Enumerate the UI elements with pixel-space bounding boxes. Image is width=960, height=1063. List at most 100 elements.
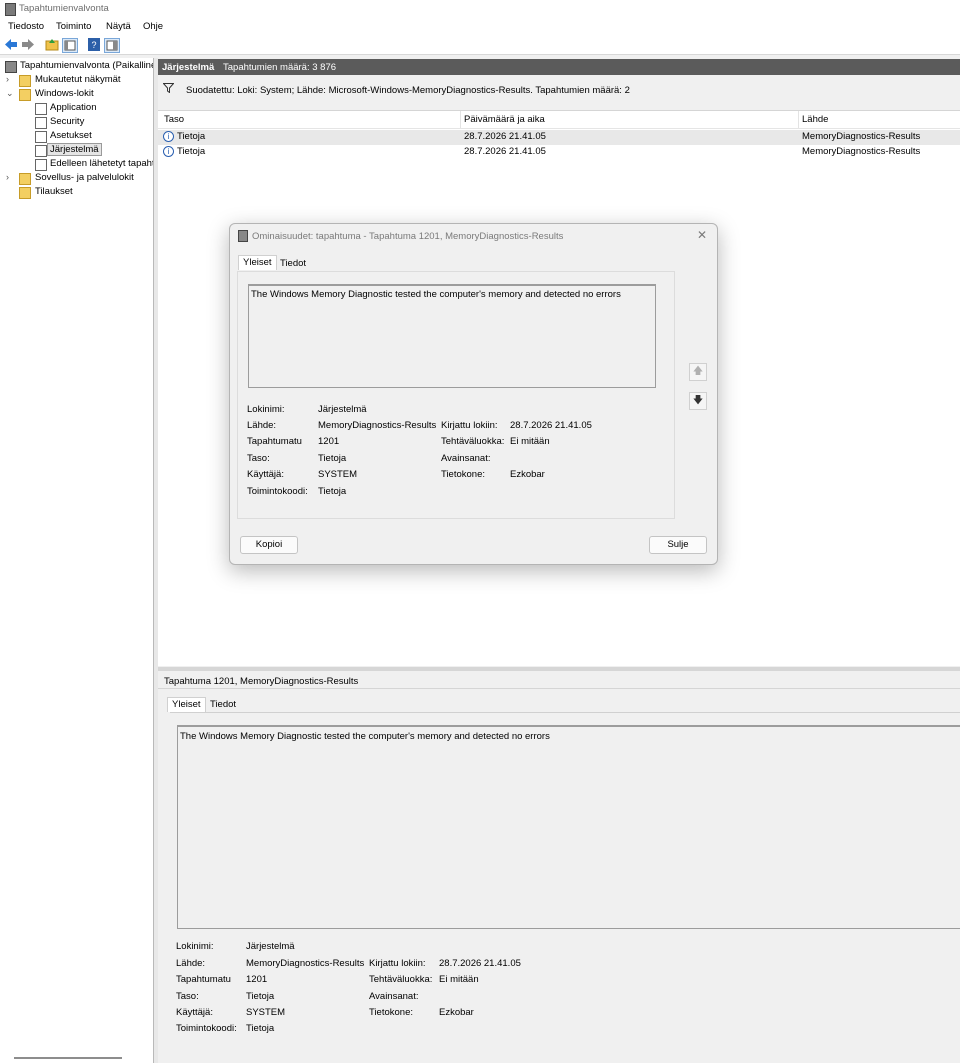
log-icon xyxy=(35,145,47,157)
log-name-value[interactable]: Järjestelmä xyxy=(318,404,367,415)
opcode-label: Toimintokoodi: xyxy=(176,1023,237,1034)
log-name-label: Lokinimi: xyxy=(247,404,285,415)
dialog-description-box[interactable]: The Windows Memory Diagnostic tested the… xyxy=(248,284,656,388)
opcode-label: Toimintokoodi: xyxy=(247,486,308,497)
subscriptions-icon xyxy=(19,187,31,199)
menu-file[interactable]: Tiedosto xyxy=(8,21,44,32)
menu-view[interactable]: Näytä xyxy=(106,21,131,32)
filter-bar: Suodatettu: Loki: System; Lähde: Microso… xyxy=(158,75,960,111)
user-value[interactable]: SYSTEM xyxy=(318,469,357,480)
info-icon: i xyxy=(163,131,174,142)
event-description-box[interactable]: The Windows Memory Diagnostic tested the… xyxy=(177,725,960,929)
log-name: Järjestelmä xyxy=(162,62,215,73)
filter-icon xyxy=(162,83,175,96)
task-category-value[interactable]: Ei mitään xyxy=(510,436,550,447)
previous-event-arrow-icon[interactable]: 🡅 xyxy=(689,363,707,381)
log-icon xyxy=(35,159,47,171)
event-count: Tapahtumien määrä: 3 876 xyxy=(223,62,337,73)
table-row[interactable]: i Tietoja 28.7.2026 21.41.05 MemoryDiagn… xyxy=(158,130,960,145)
dialog-general-panel: The Windows Memory Diagnostic tested the… xyxy=(237,271,675,519)
computer-label: Tietokone: xyxy=(369,1007,414,1018)
log-icon xyxy=(35,131,47,143)
source-value[interactable]: MemoryDiagnostics-Results xyxy=(246,958,364,969)
tab-general[interactable]: Yleiset xyxy=(167,697,206,712)
menu-action[interactable]: Toiminto xyxy=(56,21,91,32)
show-hide-tree-icon[interactable] xyxy=(62,38,78,53)
menu-help[interactable]: Ohje xyxy=(143,21,163,32)
computer-value[interactable]: Ezkobar xyxy=(439,1007,474,1018)
task-category-label: Tehtäväluokka: xyxy=(441,436,505,447)
user-value[interactable]: SYSTEM xyxy=(246,1007,285,1018)
dialog-tab-general[interactable]: Yleiset xyxy=(238,255,277,270)
chevron-right-icon[interactable]: › xyxy=(6,74,9,84)
window-title: Tapahtumienvalvonta xyxy=(19,3,109,14)
source-label: Lähde: xyxy=(247,420,277,431)
log-icon xyxy=(35,103,47,115)
up-folder-icon[interactable] xyxy=(45,38,59,51)
folder-icon xyxy=(19,89,31,101)
column-header-source[interactable]: Lähde xyxy=(802,114,828,125)
event-viewer-app-icon xyxy=(5,3,16,16)
divider xyxy=(158,688,960,689)
svg-text:?: ? xyxy=(91,40,96,50)
opcode-value[interactable]: Tietoja xyxy=(246,1023,274,1034)
event-id-value[interactable]: 1201 xyxy=(318,436,339,447)
log-name-label: Lokinimi: xyxy=(176,941,214,952)
event-id-label: Tapahtumatu xyxy=(176,974,231,985)
info-icon: i xyxy=(163,146,174,157)
logged-label: Kirjattu lokiin: xyxy=(441,420,498,431)
opcode-value[interactable]: Tietoja xyxy=(318,486,346,497)
level-label: Taso: xyxy=(247,453,270,464)
copy-button[interactable]: Kopioi xyxy=(240,536,298,554)
tab-details[interactable]: Tiedot xyxy=(206,698,240,712)
event-viewer-icon xyxy=(5,61,17,73)
column-header-level[interactable]: Taso xyxy=(164,114,184,125)
title-bar: Tapahtumienvalvonta xyxy=(0,0,960,17)
event-id-label: Tapahtumatu xyxy=(247,436,302,447)
forward-arrow-icon[interactable] xyxy=(21,38,35,51)
menu-bar: Tiedosto Toiminto Näytä Ohje xyxy=(0,17,960,35)
logged-label: Kirjattu lokiin: xyxy=(369,958,426,969)
horizontal-splitter[interactable] xyxy=(158,667,960,671)
back-arrow-icon[interactable] xyxy=(4,38,18,51)
source-value[interactable]: MemoryDiagnostics-Results xyxy=(318,420,436,431)
dialog-tab-details[interactable]: Tiedot xyxy=(276,257,310,271)
logged-value[interactable]: 28.7.2026 21.41.05 xyxy=(510,420,592,431)
log-name-value[interactable]: Järjestelmä xyxy=(246,941,295,952)
chevron-down-icon[interactable]: ⌄ xyxy=(6,88,14,99)
task-category-value[interactable]: Ei mitään xyxy=(439,974,479,985)
computer-label: Tietokone: xyxy=(441,469,486,480)
navigation-tree: Tapahtumienvalvonta (Paikallinen) › Muka… xyxy=(0,58,154,1063)
toolbar: ? xyxy=(0,35,960,55)
keywords-label: Avainsanat: xyxy=(441,453,491,464)
computer-value[interactable]: Ezkobar xyxy=(510,469,545,480)
event-properties-dialog: Ominaisuudet: tapahtuma - Tapahtuma 1201… xyxy=(229,223,718,565)
log-header: Järjestelmä Tapahtumien määrä: 3 876 xyxy=(158,59,960,75)
keywords-label: Avainsanat: xyxy=(369,991,419,1002)
event-id-value[interactable]: 1201 xyxy=(246,974,267,985)
logged-value[interactable]: 28.7.2026 21.41.05 xyxy=(439,958,521,969)
level-value[interactable]: Tietoja xyxy=(318,453,346,464)
user-label: Käyttäjä: xyxy=(247,469,284,480)
preview-title: Tapahtuma 1201, MemoryDiagnostics-Result… xyxy=(164,676,359,687)
table-row[interactable]: i Tietoja 28.7.2026 21.41.05 MemoryDiagn… xyxy=(158,145,960,160)
next-event-arrow-icon[interactable]: 🡇 xyxy=(689,392,707,410)
user-label: Käyttäjä: xyxy=(176,1007,213,1018)
show-hide-action-pane-icon[interactable] xyxy=(104,38,120,53)
help-icon[interactable]: ? xyxy=(87,38,101,51)
column-divider[interactable] xyxy=(798,111,799,128)
folder-icon xyxy=(19,75,31,87)
column-divider[interactable] xyxy=(460,111,461,128)
event-preview-panel: Tapahtuma 1201, MemoryDiagnostics-Result… xyxy=(158,672,960,1063)
event-description: The Windows Memory Diagnostic tested the… xyxy=(180,731,550,742)
folder-icon xyxy=(19,173,31,185)
chevron-right-icon[interactable]: › xyxy=(6,172,9,182)
close-button[interactable]: Sulje xyxy=(649,536,707,554)
source-label: Lähde: xyxy=(176,958,206,969)
column-header-datetime[interactable]: Päivämäärä ja aika xyxy=(464,114,545,125)
task-category-label: Tehtäväluokka: xyxy=(369,974,433,985)
close-icon[interactable]: ✕ xyxy=(697,228,707,242)
filter-text: Suodatettu: Loki: System; Lähde: Microso… xyxy=(186,85,630,96)
tree-horizontal-scrollbar[interactable] xyxy=(14,1057,122,1059)
level-value[interactable]: Tietoja xyxy=(246,991,274,1002)
